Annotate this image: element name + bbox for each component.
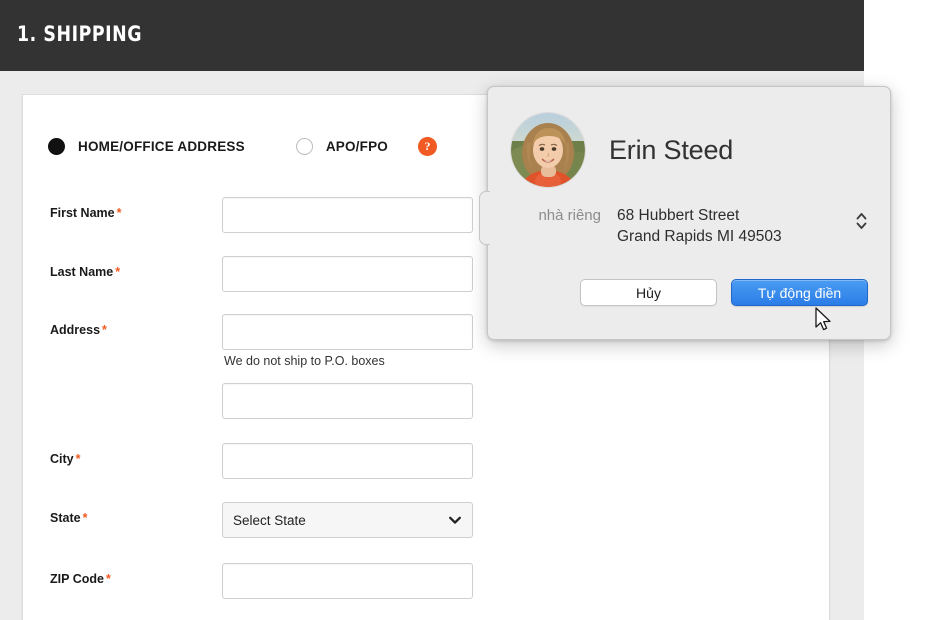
required-marker: * [117,206,122,220]
zip-code-label: ZIP Code* [50,572,111,586]
address-type-radio-row: HOME/OFFICE ADDRESS APO/FPO ? [48,137,437,156]
form-row-state: State* Select State [23,502,829,538]
form-row-city: City* [23,443,829,479]
autofill-popover: Erin Steed nhà riêng 68 Hubbert Street G… [487,86,891,340]
address-label: Address* [50,323,107,337]
radio-home-office-label: HOME/OFFICE ADDRESS [78,139,245,154]
required-marker: * [106,572,111,586]
last-name-label: Last Name* [50,265,120,279]
required-marker: * [115,265,120,279]
last-name-input[interactable] [222,256,473,292]
address-type-label: nhà riêng [511,205,601,224]
state-select-value: Select State [233,513,448,528]
radio-dot-selected-icon[interactable] [48,138,65,155]
radio-home-office-address[interactable]: HOME/OFFICE ADDRESS [48,138,245,155]
radio-apo-fpo[interactable]: APO/FPO [296,138,388,155]
address-lines: 68 Hubbert Street Grand Rapids MI 49503 [617,205,851,247]
city-label: City* [50,452,81,466]
address-line-1: 68 Hubbert Street [617,205,851,226]
form-row-zip-code: ZIP Code* [23,563,829,599]
radio-dot-unselected-icon[interactable] [296,138,313,155]
zip-code-input[interactable] [222,563,473,599]
section-header: 1. SHIPPING [0,0,864,71]
popover-pointer-notch [479,191,490,245]
first-name-label: First Name* [50,206,121,220]
address-line-2-input[interactable] [222,383,473,419]
address-line-1-input[interactable] [222,314,473,350]
form-row-address-line-2 [23,383,829,419]
popover-button-row: Hủy Tự động điền [488,279,890,306]
up-down-chevron-stepper-icon[interactable] [855,205,869,237]
required-marker: * [83,511,88,525]
contact-name: Erin Steed [609,135,733,166]
chevron-down-icon [448,513,462,527]
city-input[interactable] [222,443,473,479]
address-help-text: We do not ship to P.O. boxes [224,354,385,368]
user-photo-avatar [511,113,585,187]
state-select[interactable]: Select State [222,502,473,538]
radio-apo-fpo-label: APO/FPO [326,139,388,154]
popover-address-row[interactable]: nhà riêng 68 Hubbert Street Grand Rapids… [511,205,869,247]
address-line-2: Grand Rapids MI 49503 [617,226,851,247]
first-name-input[interactable] [222,197,473,233]
required-marker: * [102,323,107,337]
popover-identity-row: Erin Steed [511,113,733,187]
cancel-button[interactable]: Hủy [580,279,717,306]
question-mark-icon[interactable]: ? [418,137,437,156]
autofill-button[interactable]: Tự động điền [731,279,868,306]
state-label: State* [50,511,87,525]
required-marker: * [76,452,81,466]
page-title: 1. SHIPPING [17,22,142,46]
